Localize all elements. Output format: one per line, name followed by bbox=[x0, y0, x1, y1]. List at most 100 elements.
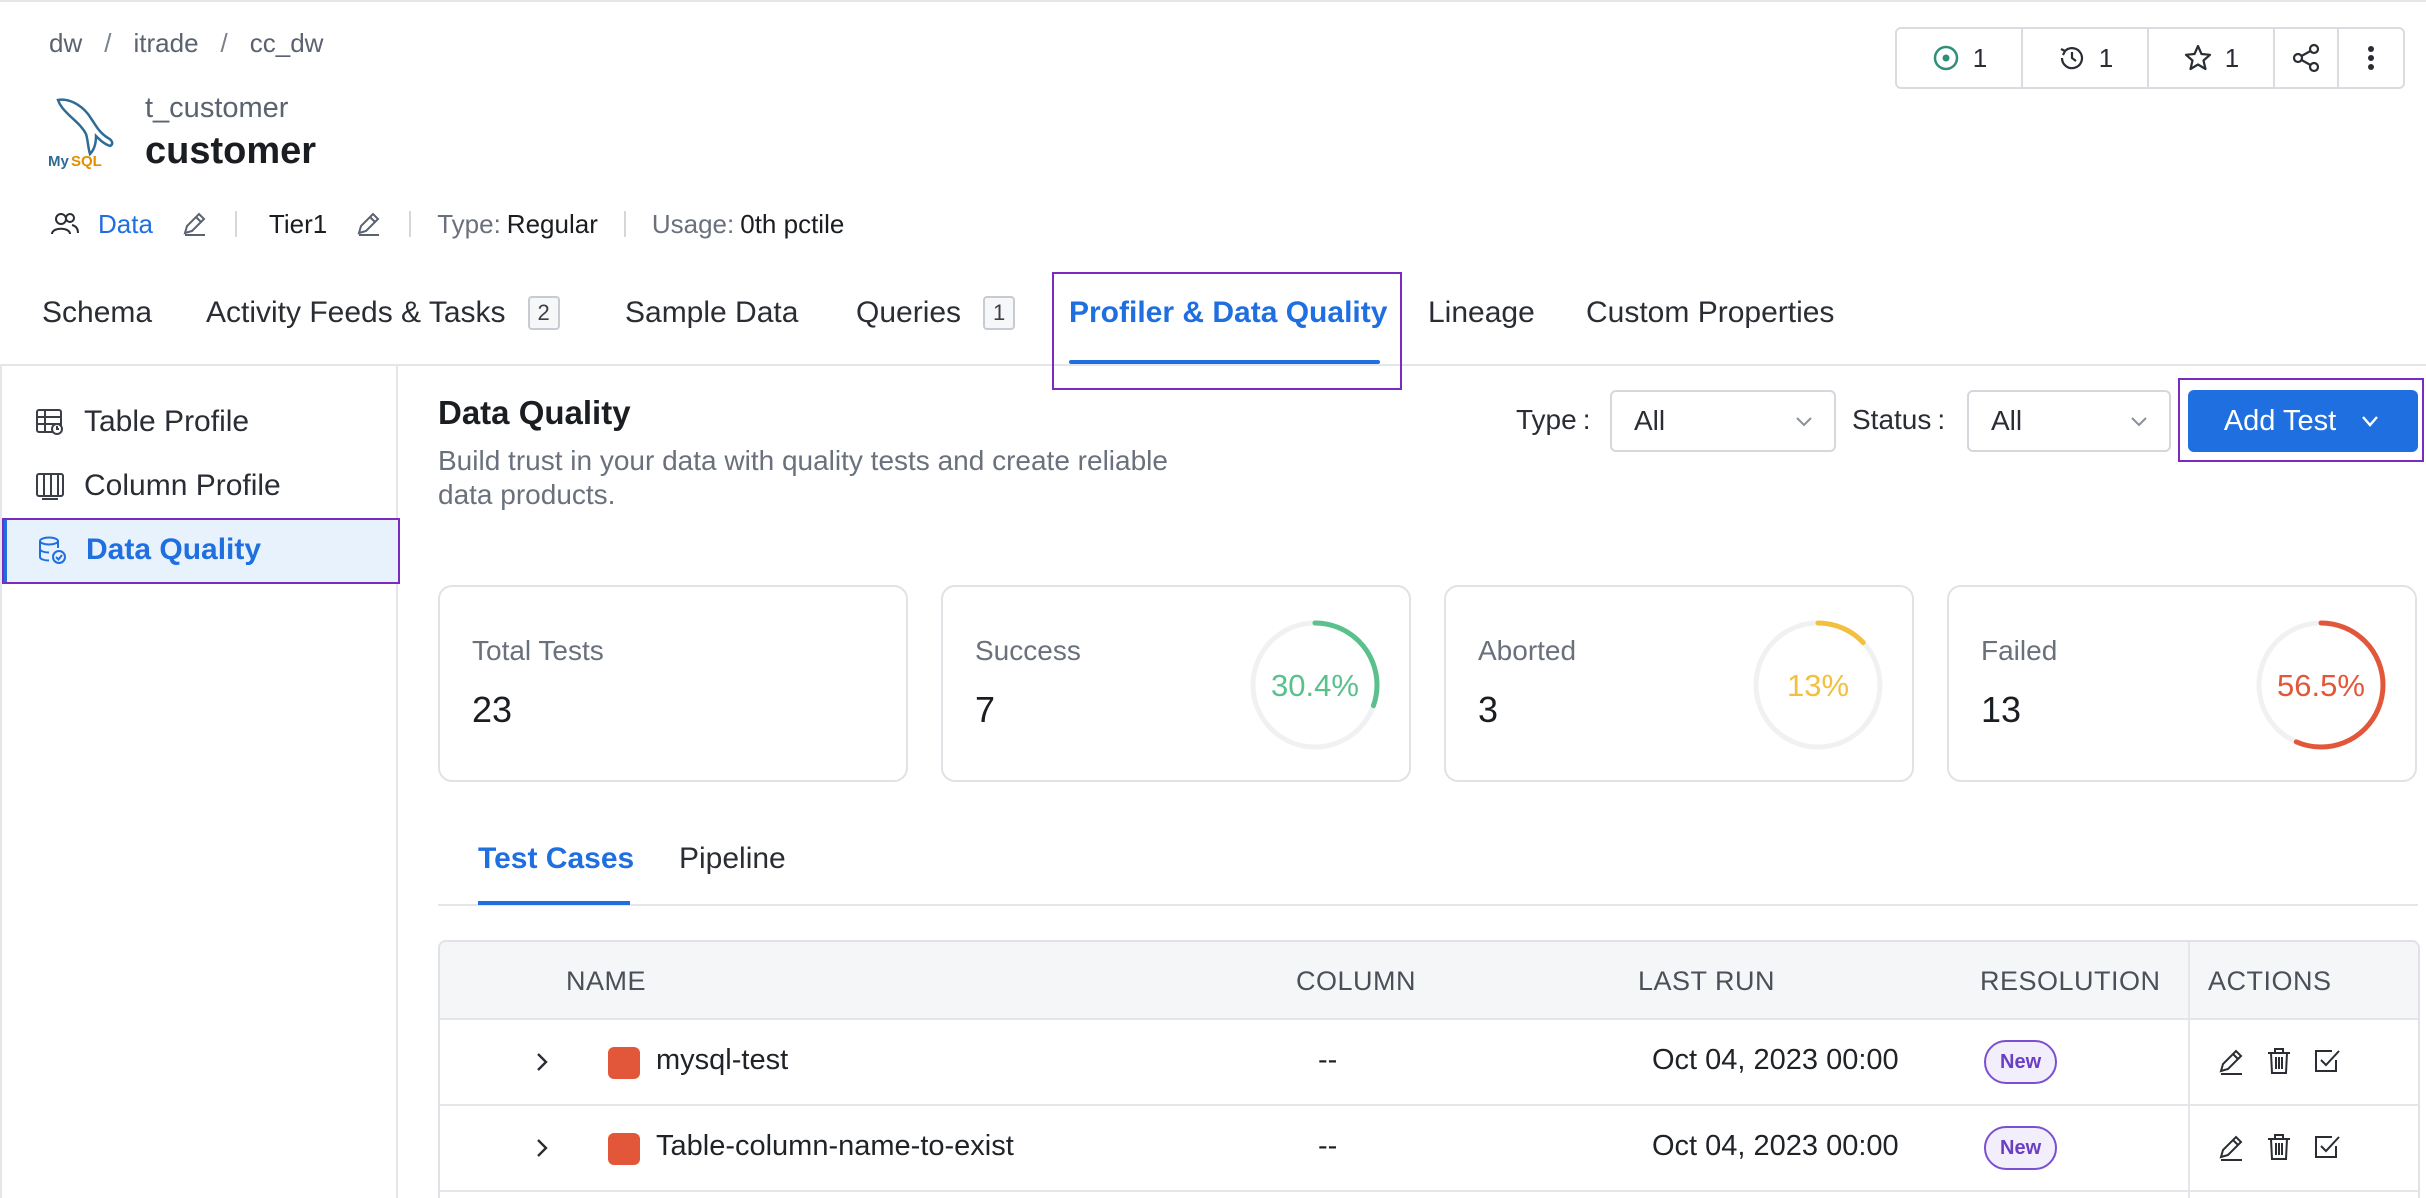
column-header-resolution: RESOLUTION bbox=[1980, 966, 2161, 996]
edit-pencil-icon[interactable] bbox=[2214, 1044, 2248, 1078]
data-quality-title: Data Quality bbox=[438, 394, 631, 431]
delete-trash-icon[interactable] bbox=[2262, 1130, 2296, 1164]
expand-row-chevron-icon[interactable] bbox=[528, 1048, 556, 1076]
test-name[interactable]: mysql-test bbox=[656, 1044, 788, 1077]
chevron-down-icon bbox=[2131, 417, 2147, 427]
table-row: Table-column-name-to-exist -- Oct 04, 20… bbox=[440, 1106, 2418, 1192]
tab-count-badge: 2 bbox=[527, 296, 560, 330]
aborted-progress-ring: 13% bbox=[1753, 620, 1883, 750]
entity-meta-row: Data Tier1 Type: Regular Usage: 0th pcti… bbox=[50, 204, 844, 244]
resolution-badge[interactable]: New bbox=[1984, 1040, 2058, 1084]
type-filter-value: All bbox=[1634, 405, 1666, 436]
owner-section: Data bbox=[50, 209, 209, 240]
stat-value: 23 bbox=[472, 689, 513, 730]
breadcrumb: dw / itrade / cc_dw bbox=[49, 28, 323, 59]
followers-count: 1 bbox=[2224, 42, 2240, 73]
stat-label: Total Tests bbox=[472, 635, 604, 666]
type-filter-label: Type: bbox=[1516, 404, 1591, 435]
tab-label: Sample Data bbox=[625, 296, 799, 329]
version-history-button[interactable]: 1 bbox=[2023, 29, 2149, 87]
svg-text:My: My bbox=[48, 153, 69, 170]
stat-value: 3 bbox=[1478, 689, 1499, 730]
entity-subtitle: t_customer bbox=[145, 92, 289, 124]
data-quality-description: Build trust in your data with quality te… bbox=[438, 445, 1168, 510]
star-icon bbox=[2184, 44, 2211, 71]
sidebar-highlight-box bbox=[2, 518, 400, 584]
history-icon bbox=[2060, 47, 2083, 70]
status-filter-label: Status: bbox=[1852, 404, 1946, 435]
edit-owner-pencil-icon[interactable] bbox=[179, 209, 209, 239]
type-label: Type: bbox=[437, 208, 501, 239]
add-test-highlight-box bbox=[2178, 378, 2424, 462]
column-header-column: COLUMN bbox=[1296, 966, 1417, 996]
stat-card-success: Success 7 30.4% bbox=[941, 585, 1411, 782]
status-filter-select[interactable]: All bbox=[1967, 390, 2171, 452]
tier-section: Tier1 bbox=[263, 209, 383, 240]
tab-lineage[interactable]: Lineage bbox=[1428, 296, 1535, 330]
breadcrumb-separator: / bbox=[104, 28, 112, 58]
meta-divider bbox=[409, 211, 412, 237]
type-section: Type: Regular bbox=[437, 209, 598, 240]
share-icon bbox=[2292, 43, 2320, 73]
users-icon bbox=[51, 213, 79, 235]
sidebar-item-label: Column Profile bbox=[84, 469, 281, 502]
row-actions bbox=[2214, 1130, 2344, 1164]
breadcrumb-item-cc-dw[interactable]: cc_dw bbox=[250, 28, 324, 59]
tab-highlight-box bbox=[1052, 272, 1402, 390]
sidebar-item-label: Table Profile bbox=[84, 405, 250, 438]
stat-label: Failed bbox=[1981, 635, 2058, 666]
resolve-checkbox-icon[interactable] bbox=[2310, 1130, 2344, 1164]
follow-button[interactable]: 1 bbox=[2149, 29, 2275, 87]
type-filter-select[interactable]: All bbox=[1610, 390, 1836, 452]
test-last-run: Oct 04, 2023 00:00 bbox=[1652, 1044, 1899, 1076]
table-profile-icon bbox=[36, 409, 63, 435]
more-options-button[interactable] bbox=[2339, 29, 2403, 87]
status-indicator bbox=[608, 1047, 640, 1079]
usage-value: 0th pctile bbox=[740, 208, 845, 239]
tab-label: Lineage bbox=[1428, 296, 1535, 329]
owner-link[interactable]: Data bbox=[98, 209, 153, 240]
tab-pipeline[interactable]: Pipeline bbox=[679, 842, 786, 876]
table-row: mysql-test -- Oct 04, 2023 00:00 New bbox=[440, 1020, 2418, 1106]
progress-ring-percent: 56.5% bbox=[2277, 668, 2365, 703]
share-button[interactable] bbox=[2275, 29, 2339, 87]
stat-label: Aborted bbox=[1478, 635, 1577, 666]
type-filter-label-text: Type bbox=[1516, 404, 1577, 435]
tab-custom-properties[interactable]: Custom Properties bbox=[1586, 296, 1834, 330]
expand-row-chevron-icon[interactable] bbox=[528, 1134, 556, 1162]
tab-queries[interactable]: Queries 1 bbox=[856, 296, 1016, 330]
success-progress-ring: 30.4% bbox=[1250, 620, 1380, 750]
tab-test-cases[interactable]: Test Cases bbox=[478, 842, 634, 876]
tab-label: Activity Feeds & Tasks bbox=[206, 296, 506, 329]
progress-ring-percent: 30.4% bbox=[1271, 668, 1359, 703]
resolve-checkbox-icon[interactable] bbox=[2310, 1044, 2344, 1078]
breadcrumb-item-itrade[interactable]: itrade bbox=[133, 28, 198, 59]
tab-label: Queries bbox=[856, 296, 962, 329]
column-profile-icon bbox=[36, 473, 64, 500]
chevron-down-icon bbox=[1796, 417, 1812, 427]
sidebar-item-column-profile[interactable]: Column Profile bbox=[2, 454, 398, 518]
resolution-badge[interactable]: New bbox=[1984, 1126, 2058, 1170]
edit-tier-pencil-icon[interactable] bbox=[353, 209, 383, 239]
delete-trash-icon[interactable] bbox=[2262, 1044, 2296, 1078]
tab-activity-feeds[interactable]: Activity Feeds & Tasks 2 bbox=[206, 296, 560, 330]
test-column: -- bbox=[1318, 1044, 1338, 1076]
tab-schema[interactable]: Schema bbox=[42, 296, 152, 330]
tab-sample-data[interactable]: Sample Data bbox=[625, 296, 798, 330]
test-name[interactable]: Table-column-name-to-exist bbox=[656, 1130, 1014, 1163]
tasks-button[interactable]: 1 bbox=[1897, 29, 2023, 87]
svg-text:SQL: SQL bbox=[71, 153, 102, 170]
header-action-group: 1 1 1 bbox=[1895, 27, 2405, 89]
breadcrumb-separator: / bbox=[220, 28, 228, 58]
status-filter-label-text: Status bbox=[1852, 404, 1932, 435]
test-cases-table: NAME COLUMN LAST RUN RESOLUTION ACTIONS … bbox=[438, 940, 2420, 1198]
sidebar-item-table-profile[interactable]: Table Profile bbox=[2, 390, 398, 454]
failed-progress-ring: 56.5% bbox=[2256, 620, 2386, 750]
breadcrumb-item-dw[interactable]: dw bbox=[49, 28, 82, 59]
stat-card-aborted: Aborted 3 13% bbox=[1444, 585, 1914, 782]
stat-value: 7 bbox=[975, 689, 996, 730]
tab-label: Schema bbox=[42, 296, 153, 329]
usage-section: Usage: 0th pctile bbox=[652, 209, 844, 240]
edit-pencil-icon[interactable] bbox=[2214, 1130, 2248, 1164]
stat-label: Success bbox=[975, 635, 1081, 666]
